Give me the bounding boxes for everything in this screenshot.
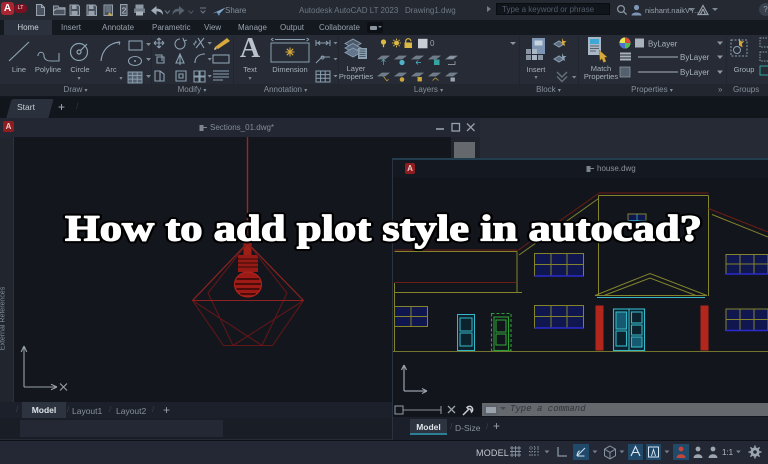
- svg-text:ByLayer: ByLayer: [680, 68, 710, 77]
- svg-text:ByLayer: ByLayer: [680, 53, 710, 62]
- svg-text:2: 2: [122, 7, 127, 16]
- svg-text:1:1: 1:1: [722, 448, 734, 457]
- svg-text:ByLayer: ByLayer: [648, 40, 678, 49]
